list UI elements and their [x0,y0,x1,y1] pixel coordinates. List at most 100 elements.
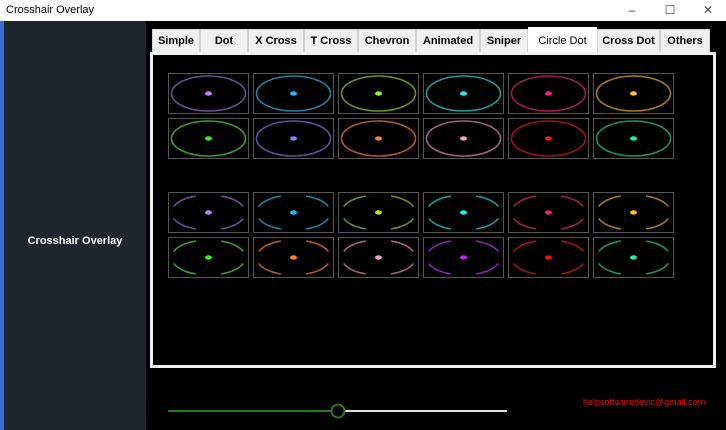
ring-arc [476,217,499,230]
ring-arc [391,217,414,230]
ring-arc [476,262,499,275]
crosshair-preview-icon [258,240,329,275]
circle-dot-crosshair[interactable] [593,118,674,159]
ring-arc [561,195,584,208]
ring-arc [221,217,244,230]
crosshair-preview-icon [513,240,584,275]
circle-dot-crosshair[interactable] [508,73,589,114]
center-dot [205,91,212,96]
broken-circle-dot-crosshair[interactable] [423,192,504,233]
contact-email[interactable]: helpsoftwaredevic@gmail.com [583,397,705,407]
tab-cross-dot[interactable]: Cross Dot [597,29,660,53]
crosshair-preview-icon [428,195,499,230]
broken-circle-dot-crosshair[interactable] [168,237,249,278]
broken-circle-dot-crosshair[interactable] [508,237,589,278]
crosshair-preview-icon [510,120,587,157]
crosshair-preview-icon [425,75,502,112]
crosshair-preview-icon [428,240,499,275]
size-slider[interactable] [168,403,508,419]
ring-arc [221,262,244,275]
ring-arc [646,262,669,275]
center-dot [290,91,297,96]
broken-circle-dot-crosshair[interactable] [423,237,504,278]
crosshair-preview-icon [173,240,244,275]
broken-circle-dot-crosshair[interactable] [338,237,419,278]
broken-circle-dot-crosshair[interactable] [253,192,334,233]
ring-arc [428,240,451,253]
broken-circle-dot-crosshair[interactable] [593,192,674,233]
tab-dot[interactable]: Dot [200,29,248,53]
circle-dot-crosshair[interactable] [338,73,419,114]
tab-others[interactable]: Others [660,29,710,53]
tab-circle-dot[interactable]: Circle Dot [528,27,597,53]
crosshair-preview-icon [255,120,332,157]
circle-dot-crosshair[interactable] [253,73,334,114]
ring-arc [306,262,329,275]
circle-dot-crosshair[interactable] [338,118,419,159]
center-dot [630,210,637,215]
ring-arc [476,240,499,253]
ring-arc [221,240,244,253]
crosshair-preview-icon [513,195,584,230]
ring-arc [598,217,621,230]
center-dot [545,136,552,141]
crosshair-grid-panel [150,52,716,368]
tab-x-cross[interactable]: X Cross [248,29,304,53]
circle-dot-crosshair[interactable] [253,118,334,159]
ring-arc [391,195,414,208]
ring-arc [306,217,329,230]
ring-arc [173,262,196,275]
title-bar: Crosshair Overlay – ☐ ✕ [0,0,726,21]
circle-dot-crosshair[interactable] [168,118,249,159]
maximize-button[interactable]: ☐ [652,0,688,21]
broken-circle-dot-crosshair[interactable] [508,192,589,233]
center-dot [630,255,637,260]
tab-sniper[interactable]: Sniper [480,29,528,53]
ring-arc [258,217,281,230]
center-dot [375,91,382,96]
center-dot [205,210,212,215]
center-dot [545,255,552,260]
tab-chevron[interactable]: Chevron [358,29,416,53]
circle-dot-crosshair[interactable] [168,73,249,114]
crosshair-preview-icon [258,195,329,230]
broken-circle-dot-crosshair[interactable] [253,237,334,278]
center-dot [205,136,212,141]
ring-arc [513,262,536,275]
sidebar-label[interactable]: Crosshair Overlay [4,235,146,247]
crosshair-preview-icon [343,195,414,230]
crosshair-preview-icon [510,75,587,112]
tab-animated[interactable]: Animated [416,29,480,53]
circle-dot-crosshair[interactable] [593,73,674,114]
circle-dot-crosshair[interactable] [423,118,504,159]
tab-t-cross[interactable]: T Cross [304,29,358,53]
ring-arc [258,240,281,253]
center-dot [545,91,552,96]
ring-arc [343,262,366,275]
center-dot [375,255,382,260]
minimize-button[interactable]: – [614,0,650,21]
ring-arc [343,217,366,230]
slider-thumb [330,403,346,419]
ring-arc [343,195,366,208]
center-dot [375,136,382,141]
ring-arc [561,217,584,230]
broken-circle-dot-crosshair[interactable] [168,192,249,233]
center-dot [290,136,297,141]
ring-arc [428,262,451,275]
ring-arc [646,240,669,253]
ring-arc [598,262,621,275]
ring-arc [561,240,584,253]
sidebar: Crosshair Overlay [0,21,146,430]
close-button[interactable]: ✕ [690,0,726,21]
center-dot [290,255,297,260]
center-dot [630,136,637,141]
broken-circle-dot-crosshair[interactable] [593,237,674,278]
circle-dot-crosshair[interactable] [508,118,589,159]
broken-circle-dot-crosshair[interactable] [338,192,419,233]
ring-arc [306,240,329,253]
window-title: Crosshair Overlay [6,4,95,16]
tab-simple[interactable]: Simple [152,29,200,53]
center-dot [290,210,297,215]
circle-dot-crosshair[interactable] [423,73,504,114]
